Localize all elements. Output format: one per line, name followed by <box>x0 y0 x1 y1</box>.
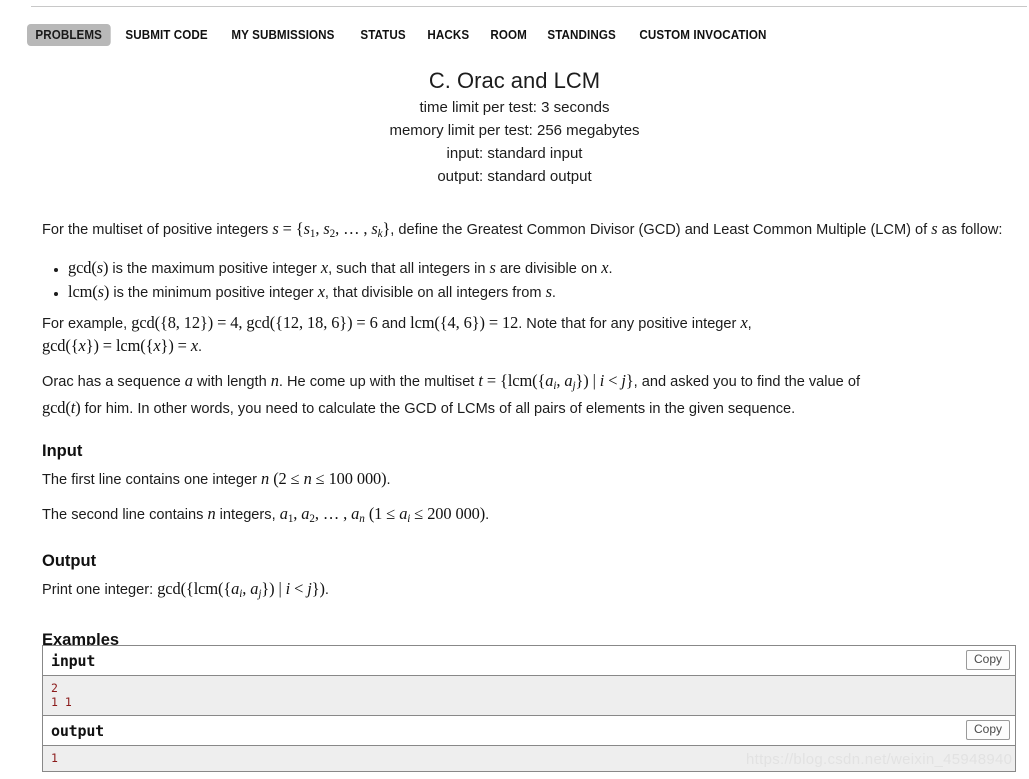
definitions-list: gcd(s) is the maximum positive integer x… <box>42 257 1016 304</box>
page-title: C. Orac and LCM <box>428 68 601 93</box>
list-item: lcm(s) is the minimum positive integer x… <box>68 281 1016 304</box>
memory-limit: memory limit per test: 256 megabytes <box>389 122 640 139</box>
section-title-input: Input <box>42 442 83 461</box>
statement-intro: For the multiset of positive integers s … <box>42 219 1003 241</box>
input-description-1: The first line contains one integer n (2… <box>42 469 391 489</box>
secondary-nav: PROBLEMS SUBMIT CODE MY SUBMISSIONS STAT… <box>27 24 785 46</box>
sample-output-label: output <box>51 721 104 740</box>
statement-example: For example, gcd({8, 12}) = 4, gcd({12, … <box>42 313 752 356</box>
sample-output-header: output Copy <box>43 716 1015 746</box>
sample-tests: input Copy 2 1 1 output Copy 1 <box>42 645 1016 772</box>
sample-input-label: input <box>51 651 96 670</box>
nav-item-problems[interactable]: PROBLEMS <box>27 24 111 46</box>
input-description-2: The second line contains n integers, a1,… <box>42 504 490 526</box>
statement-orac: Orac has a sequence a with length n. He … <box>42 371 861 418</box>
sample-input-content: 2 1 1 <box>43 676 1015 716</box>
nav-item-standings[interactable]: STANDINGS <box>539 24 624 46</box>
sample-output-content: 1 <box>43 746 1015 772</box>
section-title-output: Output <box>42 552 97 571</box>
output-description: Print one integer: gcd({lcm({ai, aj}) | … <box>42 579 329 601</box>
copy-output-button[interactable]: Copy <box>965 720 1010 740</box>
list-item: gcd(s) is the maximum positive integer x… <box>68 257 1016 280</box>
input-spec: input: standard input <box>446 145 583 162</box>
nav-item-room[interactable]: ROOM <box>482 24 535 46</box>
nav-item-status[interactable]: STATUS <box>352 24 414 46</box>
copy-input-button[interactable]: Copy <box>965 650 1010 670</box>
output-spec: output: standard output <box>437 168 592 185</box>
nav-item-my-submissions[interactable]: MY SUBMISSIONS <box>223 24 343 46</box>
nav-item-custom-invocation[interactable]: CUSTOM INVOCATION <box>631 24 775 46</box>
nav-item-submit-code[interactable]: SUBMIT CODE <box>117 24 216 46</box>
time-limit: time limit per test: 3 seconds <box>419 99 610 116</box>
top-divider <box>31 6 1027 7</box>
problem-statement: For the multiset of positive integers s … <box>42 212 1016 651</box>
problem-page: PROBLEMS SUBMIT CODE MY SUBMISSIONS STAT… <box>0 0 1029 779</box>
problem-header: C. Orac and LCM time limit per test: 3 s… <box>0 66 1029 188</box>
sample-input-header: input Copy <box>43 646 1015 676</box>
nav-item-hacks[interactable]: HACKS <box>419 24 478 46</box>
